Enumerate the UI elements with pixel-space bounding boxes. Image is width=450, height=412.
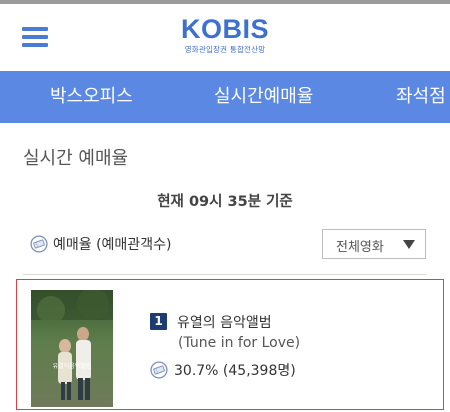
rate-legend: 예매율 (예매관객수)	[30, 234, 171, 254]
reservation-stat: 30.7% (45,398명)	[150, 360, 296, 380]
kobis-logo[interactable]: KOBIS 영화관입장권 통합전산망	[0, 14, 450, 55]
rate-label-text: 예매율 (예매관객수)	[53, 237, 172, 253]
movie-title-korean[interactable]: 유열의 음악앨범	[177, 312, 272, 332]
divider	[23, 274, 427, 275]
logo-subtitle: 영화관입장권 통합전산망	[184, 45, 266, 54]
rank-badge: 1	[150, 313, 167, 330]
poster-title: 유열의음악앨범	[53, 362, 92, 370]
logo-text: KOBIS	[180, 14, 269, 44]
chevron-down-icon	[403, 240, 415, 249]
ticket-icon	[150, 361, 168, 379]
movie-filter-select[interactable]: 전체영화	[322, 229, 426, 259]
nav-item-seat-share[interactable]: 좌석점	[396, 71, 446, 123]
as-of-time: 현재 09시 35분 기준	[157, 194, 293, 210]
app-header: KOBIS 영화관입장권 통합전산망	[0, 4, 450, 71]
nav-item-box-office[interactable]: 박스오피스	[50, 71, 133, 123]
ticket-icon	[30, 235, 48, 253]
reservation-rate-value: 30.7% (45,398명)	[174, 363, 296, 379]
movie-poster[interactable]: 유열의음악앨범	[31, 290, 113, 407]
filter-selected-value: 전체영화	[336, 240, 384, 255]
main-nav: 박스오피스 실시간예매율 좌석점	[0, 71, 450, 123]
movie-title-english: (Tune in for Love)	[178, 335, 301, 351]
page-title: 실시간 예매율	[23, 148, 129, 169]
nav-item-realtime-reservation[interactable]: 실시간예매율	[214, 71, 313, 123]
movie-list-item[interactable]: 유열의음악앨범 1 유열의 음악앨범 (Tune in for Love) 30…	[16, 279, 444, 410]
